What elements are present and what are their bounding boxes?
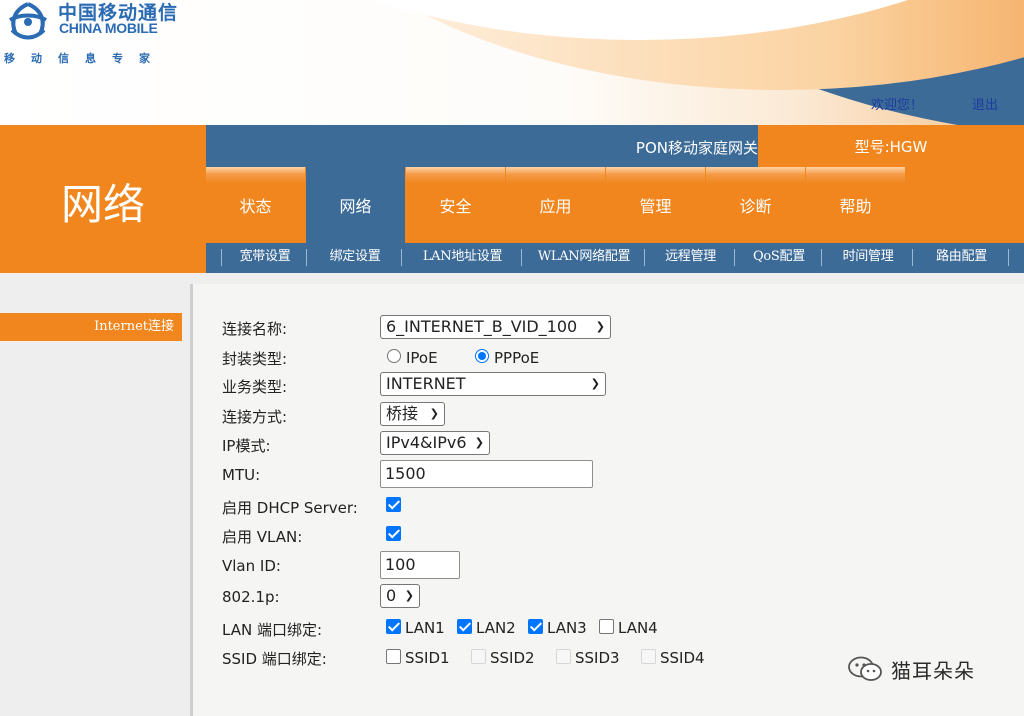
- service-type-label: 业务类型:: [222, 378, 288, 396]
- ssid3-checkbox: [556, 649, 571, 664]
- subtab-remote-management[interactable]: 远程管理: [647, 243, 734, 273]
- pppoe-radio[interactable]: [475, 349, 489, 363]
- sub-nav-separator: [401, 249, 402, 266]
- ipoe-radio[interactable]: [387, 349, 401, 363]
- model-label: 型号:HGW: [758, 125, 1024, 167]
- watermark-text: 猫耳朵朵: [891, 658, 975, 683]
- sub-nav-separator: [734, 249, 735, 266]
- ssid1-label: SSID1: [405, 649, 450, 667]
- dhcp-server-checkbox[interactable]: [386, 497, 401, 512]
- ssid4-checkbox: [641, 649, 656, 664]
- tab-help[interactable]: 帮助: [806, 167, 905, 243]
- vlan-id-label: Vlan ID:: [222, 557, 281, 575]
- sub-nav-separator: [821, 249, 822, 266]
- tab-network[interactable]: 网络: [306, 167, 405, 243]
- lan2-checkbox[interactable]: [457, 619, 472, 634]
- subtab-time[interactable]: 时间管理: [824, 243, 912, 273]
- chevron-down-icon: ❯: [404, 589, 414, 602]
- tab-applications[interactable]: 应用: [506, 167, 605, 243]
- sub-nav-separator: [306, 249, 307, 266]
- ipoe-label: IPoE: [406, 349, 438, 367]
- vlan-enable-label: 启用 VLAN:: [222, 528, 303, 546]
- lan4-label: LAN4: [618, 619, 658, 637]
- ssid2-label: SSID2: [490, 649, 535, 667]
- ip-mode-select[interactable]: IPv4&IPv6 ❯: [380, 431, 490, 455]
- ssid2-checkbox: [471, 649, 486, 664]
- logout-link[interactable]: 退出: [972, 94, 998, 113]
- subtab-wlan[interactable]: WLAN网络配置: [524, 243, 644, 273]
- lan2-label: LAN2: [476, 619, 516, 637]
- content-gutter: [190, 273, 1024, 284]
- mtu-input[interactable]: 1500: [380, 460, 593, 488]
- encap-type-label: 封装类型:: [222, 350, 288, 368]
- chevron-down-icon: ❯: [590, 377, 600, 390]
- ssid3-label: SSID3: [575, 649, 620, 667]
- subtab-broadband[interactable]: 宽带设置: [224, 243, 306, 273]
- tab-security[interactable]: 安全: [406, 167, 505, 243]
- sub-nav: 宽带设置 绑定设置 LAN地址设置 WLAN网络配置 远程管理 QoS配置 时间…: [206, 243, 1024, 273]
- side-menu-item-internet[interactable]: Internet连接: [0, 313, 182, 341]
- service-type-select[interactable]: INTERNET ❯: [380, 372, 606, 396]
- subtab-binding[interactable]: 绑定设置: [309, 243, 401, 273]
- lan3-label: LAN3: [547, 619, 587, 637]
- connection-name-select[interactable]: 6_INTERNET_B_VID_100 ❯: [380, 315, 611, 339]
- lan1-checkbox[interactable]: [386, 619, 401, 634]
- chevron-down-icon: ❯: [429, 407, 439, 420]
- ssid-bind-label: SSID 端口绑定:: [222, 650, 327, 668]
- subtab-lan-address[interactable]: LAN地址设置: [404, 243, 521, 273]
- lan3-checkbox[interactable]: [528, 619, 543, 634]
- sub-nav-separator: [1008, 249, 1009, 266]
- gateway-title: PON移动家庭网关: [635, 139, 758, 157]
- watermark: 猫耳朵朵: [847, 654, 975, 684]
- vlan-id-input[interactable]: 100: [380, 551, 460, 579]
- mtu-label: MTU:: [222, 466, 261, 484]
- logo-slogan: 移动信息专家: [4, 52, 166, 65]
- subtab-qos[interactable]: QoS配置: [737, 243, 821, 273]
- module-title: 网络: [60, 180, 145, 229]
- dot1p-select[interactable]: 0 ❯: [380, 584, 420, 608]
- connect-mode-select[interactable]: 桥接 ❯: [380, 402, 445, 426]
- tab-status[interactable]: 状态: [206, 167, 305, 243]
- logo-english-text: CHINA MOBILE: [59, 20, 158, 36]
- subtab-routing[interactable]: 路由配置: [915, 243, 1008, 273]
- chevron-down-icon: ❯: [474, 436, 484, 449]
- ip-mode-label: IP模式:: [222, 437, 271, 455]
- dhcp-server-label: 启用 DHCP Server:: [222, 499, 358, 517]
- lan-bind-label: LAN 端口绑定:: [222, 621, 323, 639]
- pppoe-label: PPPoE: [494, 349, 540, 367]
- welcome-link[interactable]: 欢迎您！: [871, 94, 923, 113]
- service-type-value: INTERNET: [386, 374, 466, 393]
- dot1p-label: 802.1p:: [222, 588, 280, 606]
- ssid4-label: SSID4: [660, 649, 705, 667]
- dot1p-value: 0: [386, 586, 397, 605]
- tab-diagnostics[interactable]: 诊断: [706, 167, 805, 243]
- wechat-icon: [848, 656, 882, 681]
- main-nav: 状态 网络 安全 应用 管理 诊断 帮助: [206, 167, 1024, 243]
- model-text: 型号:HGW: [854, 137, 928, 156]
- sub-nav-separator: [912, 249, 913, 266]
- connect-mode-label: 连接方式:: [222, 408, 288, 426]
- connection-name-value: 6_INTERNET_B_VID_100: [386, 317, 578, 336]
- ip-mode-value: IPv4&IPv6: [386, 433, 467, 452]
- module-title-box: 网络: [0, 125, 206, 273]
- tab-management[interactable]: 管理: [606, 167, 705, 243]
- header-banner: 中国移动通信 CHINA MOBILE 移动信息专家 欢迎您！ 退出: [0, 0, 1024, 125]
- china-mobile-logo: 中国移动通信 CHINA MOBILE 移动信息专家: [2, 0, 192, 70]
- sub-nav-separator: [644, 249, 645, 266]
- sub-nav-separator: [221, 249, 222, 266]
- lan1-label: LAN1: [405, 619, 445, 637]
- lan4-checkbox[interactable]: [599, 619, 614, 634]
- chevron-down-icon: ❯: [595, 320, 605, 333]
- ssid1-checkbox[interactable]: [386, 649, 401, 664]
- connection-name-label: 连接名称:: [222, 320, 288, 338]
- connect-mode-value: 桥接: [386, 404, 419, 423]
- sub-nav-separator: [521, 249, 522, 266]
- vlan-enable-checkbox[interactable]: [386, 526, 401, 541]
- china-mobile-logo-icon: [8, 2, 48, 40]
